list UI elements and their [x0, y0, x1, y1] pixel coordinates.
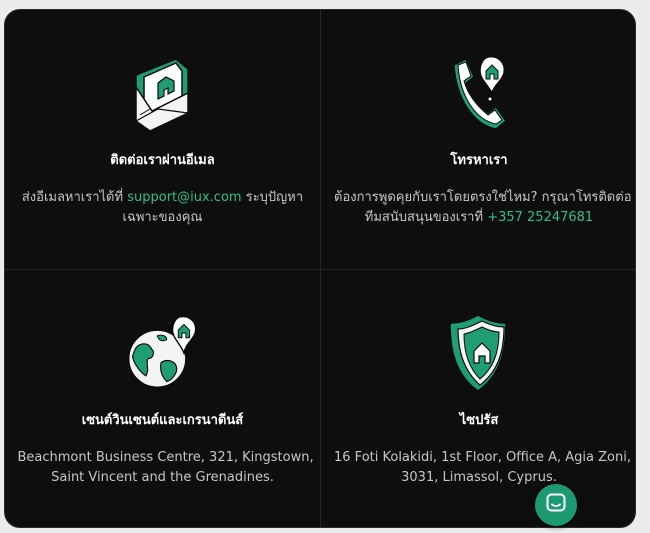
phone-card-title: โทรหาเรา [450, 153, 508, 168]
contact-panel: ติดต่อเราผ่านอีเมล ส่งอีเมลหาเราได้ที่ s… [4, 9, 636, 528]
contact-grid: ติดต่อเราผ่านอีเมล ส่งอีเมลหาเราได้ที่ s… [5, 10, 635, 527]
chat-icon [546, 493, 566, 517]
support-phone-link[interactable]: +357 25247681 [487, 210, 593, 225]
phone-desc-prefix: ทีมสนับสนุนของเราที่ [364, 210, 488, 225]
phone-card: โทรหาเรา ต้องการพูดคุยกับเราโดยตรงใช่ไหม… [321, 10, 635, 270]
phone-card-description: ต้องการพูดคุยกับเราโดยตรงใช่ไหม? กรุณาโท… [334, 188, 632, 228]
email-card: ติดต่อเราผ่านอีเมล ส่งอีเมลหาเราได้ที่ s… [5, 10, 321, 270]
email-desc-prefix: ส่งอีเมลหาเราได้ที่ [21, 190, 128, 205]
globe-icon [123, 310, 203, 396]
saint-vincent-address-line1: Beachmont Business Centre, 321, Kingstow… [17, 450, 314, 465]
email-desc-line2: เฉพาะของคุณ [122, 210, 203, 225]
email-card-description: ส่งอีเมลหาเราได้ที่ support@iux.com ระบุ… [18, 188, 308, 228]
shield-icon [439, 310, 519, 396]
email-desc-suffix: ระบุปัญหา [241, 190, 304, 205]
saint-vincent-address: Beachmont Business Centre, 321, Kingstow… [17, 448, 314, 488]
cyprus-card-title: ไซปรัส [459, 413, 499, 428]
support-email-link[interactable]: support@iux.com [127, 190, 241, 205]
cyprus-address-line2: 3031, Limassol, Cyprus. [401, 470, 557, 485]
chat-button[interactable] [535, 484, 577, 526]
cyprus-address: 16 Foti Kolakidi, 1st Floor, Office A, A… [334, 448, 631, 488]
mail-icon [123, 50, 203, 136]
phone-icon [439, 50, 519, 136]
phone-desc-line1: ต้องการพูดคุยกับเราโดยตรงใช่ไหม? กรุณาโท… [334, 190, 632, 205]
cyprus-card: ไซปรัส 16 Foti Kolakidi, 1st Floor, Offi… [321, 270, 635, 527]
saint-vincent-card: เซนต์วินเซนต์และเกรนาดีนส์ Beachmont Bus… [5, 270, 321, 527]
cyprus-address-line1: 16 Foti Kolakidi, 1st Floor, Office A, A… [334, 450, 631, 465]
saint-vincent-address-line2: Saint Vincent and the Grenadines. [51, 470, 274, 485]
email-card-title: ติดต่อเราผ่านอีเมล [110, 153, 215, 168]
saint-vincent-card-title: เซนต์วินเซนต์และเกรนาดีนส์ [81, 413, 244, 428]
